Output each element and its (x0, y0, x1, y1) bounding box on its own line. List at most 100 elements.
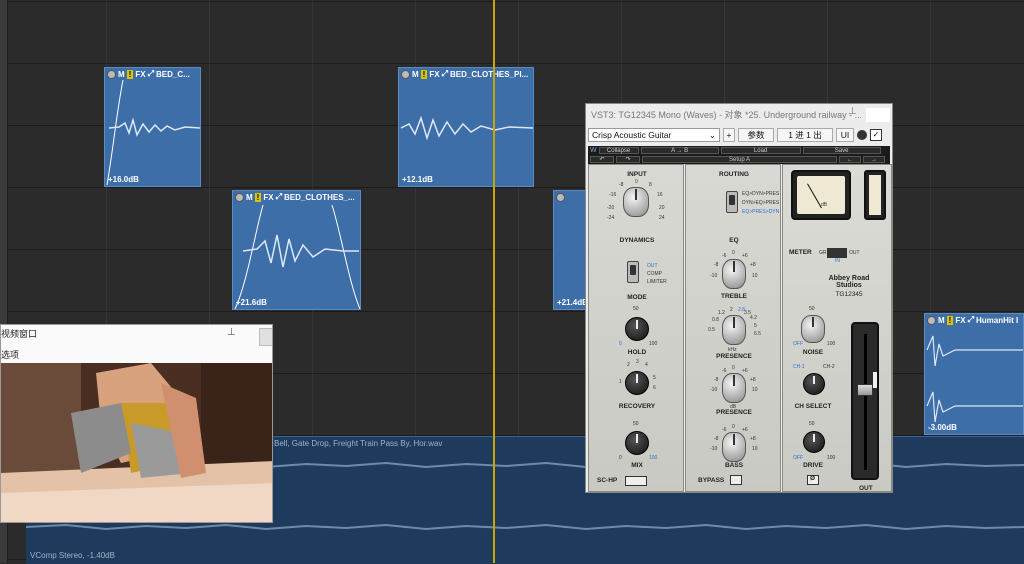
routing-switch[interactable] (726, 191, 738, 213)
hold-label: HOLD (627, 349, 647, 356)
noise-knob[interactable] (801, 315, 825, 343)
load-button[interactable]: Load (720, 147, 801, 154)
ch-option: CH-2 (823, 364, 835, 370)
input-scale-label: 16 (657, 192, 663, 198)
clip-fx-button[interactable]: FX (263, 193, 273, 202)
input-scale-label: 20 (659, 205, 665, 211)
presence-scale-label: 4.2 (750, 315, 757, 321)
clip-header: M ! FX ⤢ BED_CLOTHES_PI... (399, 68, 533, 80)
bass-scale-label: -6 (722, 427, 727, 433)
audio-clip-bed-clothes-pi[interactable]: M ! FX ⤢ BED_CLOTHES_PI... +12.1dB (398, 67, 534, 187)
bass-scale-label: 10 (752, 446, 758, 452)
input-gain-knob[interactable] (623, 187, 649, 217)
clip-lock-icon[interactable] (401, 69, 410, 79)
clip-fx-button[interactable]: FX (135, 70, 145, 79)
clip-warning-badge[interactable]: ! (126, 69, 134, 79)
redo-button[interactable]: ↷ (616, 156, 640, 163)
audio-clip-bed-clothes[interactable]: M ! FX ⤢ BED_CLOTHES_... +21.6dB (232, 190, 361, 310)
drive-scale-label: OFF (793, 455, 803, 461)
video-window[interactable]: 视频窗口 ⊥ 选项 (0, 324, 273, 523)
treble-scale-label: +8 (750, 262, 756, 268)
undo-button[interactable]: ↶ (590, 156, 614, 163)
hold-knob[interactable] (625, 317, 649, 341)
plugin-window[interactable]: VST3: TG12345 Mono (Waves) - 对象 *25. Und… (585, 103, 893, 493)
presence-freq-knob[interactable] (722, 315, 746, 345)
waves-logo-icon: W (590, 147, 597, 154)
mix-knob[interactable] (625, 431, 649, 455)
io-config-button[interactable]: 1 进 1 出 (777, 128, 833, 142)
clip-warning-badge[interactable]: ! (420, 69, 428, 79)
video-window-close-button[interactable] (259, 328, 272, 346)
next-preset-button[interactable]: → (863, 156, 885, 163)
meter-source-switch[interactable] (827, 248, 847, 258)
setup-label[interactable]: Setup A (642, 156, 837, 163)
plugin-window-close-button[interactable] (866, 108, 890, 122)
clip-lock-icon[interactable] (927, 315, 936, 325)
clip-mute-button[interactable]: M (938, 316, 945, 325)
output-fader[interactable] (851, 322, 879, 480)
video-options-menu[interactable]: 选项 (1, 348, 19, 361)
dynamics-mode-switch[interactable] (627, 261, 639, 283)
ab-compare-button[interactable]: A → B (640, 147, 719, 154)
presence-gain-scale-label: -8 (714, 377, 719, 383)
mix-scale-label: 0 (619, 455, 622, 461)
mix-label: MIX (631, 462, 643, 469)
pin-icon[interactable]: ⊥ (848, 106, 857, 117)
drive-knob[interactable] (803, 431, 825, 453)
params-button[interactable]: 参数 (738, 128, 774, 142)
record-icon[interactable] (857, 130, 867, 140)
preset-dropdown[interactable]: Crisp Acoustic Guitar ⌄ (588, 128, 720, 142)
clip-gain: +12.1dB (402, 175, 433, 184)
treble-knob[interactable] (722, 259, 746, 289)
clip-mute-button[interactable]: M (118, 70, 125, 79)
clip-gain: +16.0dB (108, 175, 139, 184)
treble-scale-label: -10 (710, 273, 718, 279)
recovery-knob[interactable] (625, 371, 649, 395)
presence-gain-knob[interactable] (722, 373, 746, 403)
ui-button[interactable]: UI (836, 128, 854, 142)
clip-warning-badge[interactable]: ! (254, 192, 262, 202)
bypass-button[interactable] (730, 475, 742, 485)
audio-clip-bed-c[interactable]: M ! FX ⤢ BED_C... +16.0dB (104, 67, 201, 187)
clip-lock-icon[interactable] (107, 69, 116, 79)
clip-fx-button[interactable]: FX (429, 70, 439, 79)
clip-lock-icon[interactable] (556, 192, 565, 202)
treble-scale-label: 10 (752, 273, 758, 279)
clip-mute-button[interactable]: M (412, 70, 419, 79)
presence-label: PRESENCE (716, 353, 752, 360)
brand-label: Abbey Road (828, 275, 870, 282)
clip-warning-badge[interactable]: ! (946, 315, 954, 325)
active-checkbox[interactable]: ✓ (870, 129, 882, 141)
clip-lock-icon[interactable] (235, 192, 244, 202)
ch-select-knob[interactable] (803, 373, 825, 395)
bass-knob[interactable] (722, 432, 746, 462)
meter-option: OUT (849, 250, 860, 256)
dynamics-title: DYNAMICS (619, 237, 655, 244)
treble-label: TREBLE (721, 293, 747, 300)
clip-header: M ! FX ⤢ BED_CLOTHES_... (233, 191, 360, 203)
presence-gain-scale-label: -10 (710, 387, 718, 393)
collapse-button[interactable]: Collapse (598, 147, 639, 154)
clip-header: M ! FX ⤢ BED_C... (105, 68, 200, 80)
output-fader-handle[interactable] (857, 384, 873, 396)
treble-scale-label: -6 (722, 253, 727, 259)
playhead-cursor[interactable] (493, 0, 495, 563)
vu-meter: dB (791, 170, 851, 220)
add-preset-button[interactable]: + (723, 128, 735, 142)
mode-label: MODE (627, 294, 647, 301)
video-frame (1, 363, 272, 522)
treble-scale-label: +6 (742, 253, 748, 259)
treble-scale-label: 0 (732, 250, 735, 256)
clip-fx-button[interactable]: FX (955, 316, 965, 325)
sc-hp-button[interactable] (625, 476, 647, 486)
pin-icon[interactable]: ⊥ (227, 327, 236, 338)
save-button[interactable]: Save (802, 147, 881, 154)
ch-option: CH-1 (793, 364, 805, 370)
prev-preset-button[interactable]: ← (839, 156, 861, 163)
input-scale-label: 24 (659, 215, 665, 221)
input-scale-label: -20 (607, 205, 615, 211)
audio-clip-humanhit[interactable]: M ! FX ⤢ HumanHit I -3.00dB (924, 313, 1024, 435)
clip-mute-button[interactable]: M (246, 193, 253, 202)
recovery-scale-label: 4 (645, 362, 648, 368)
noise-scale-label: 50 (809, 306, 815, 312)
